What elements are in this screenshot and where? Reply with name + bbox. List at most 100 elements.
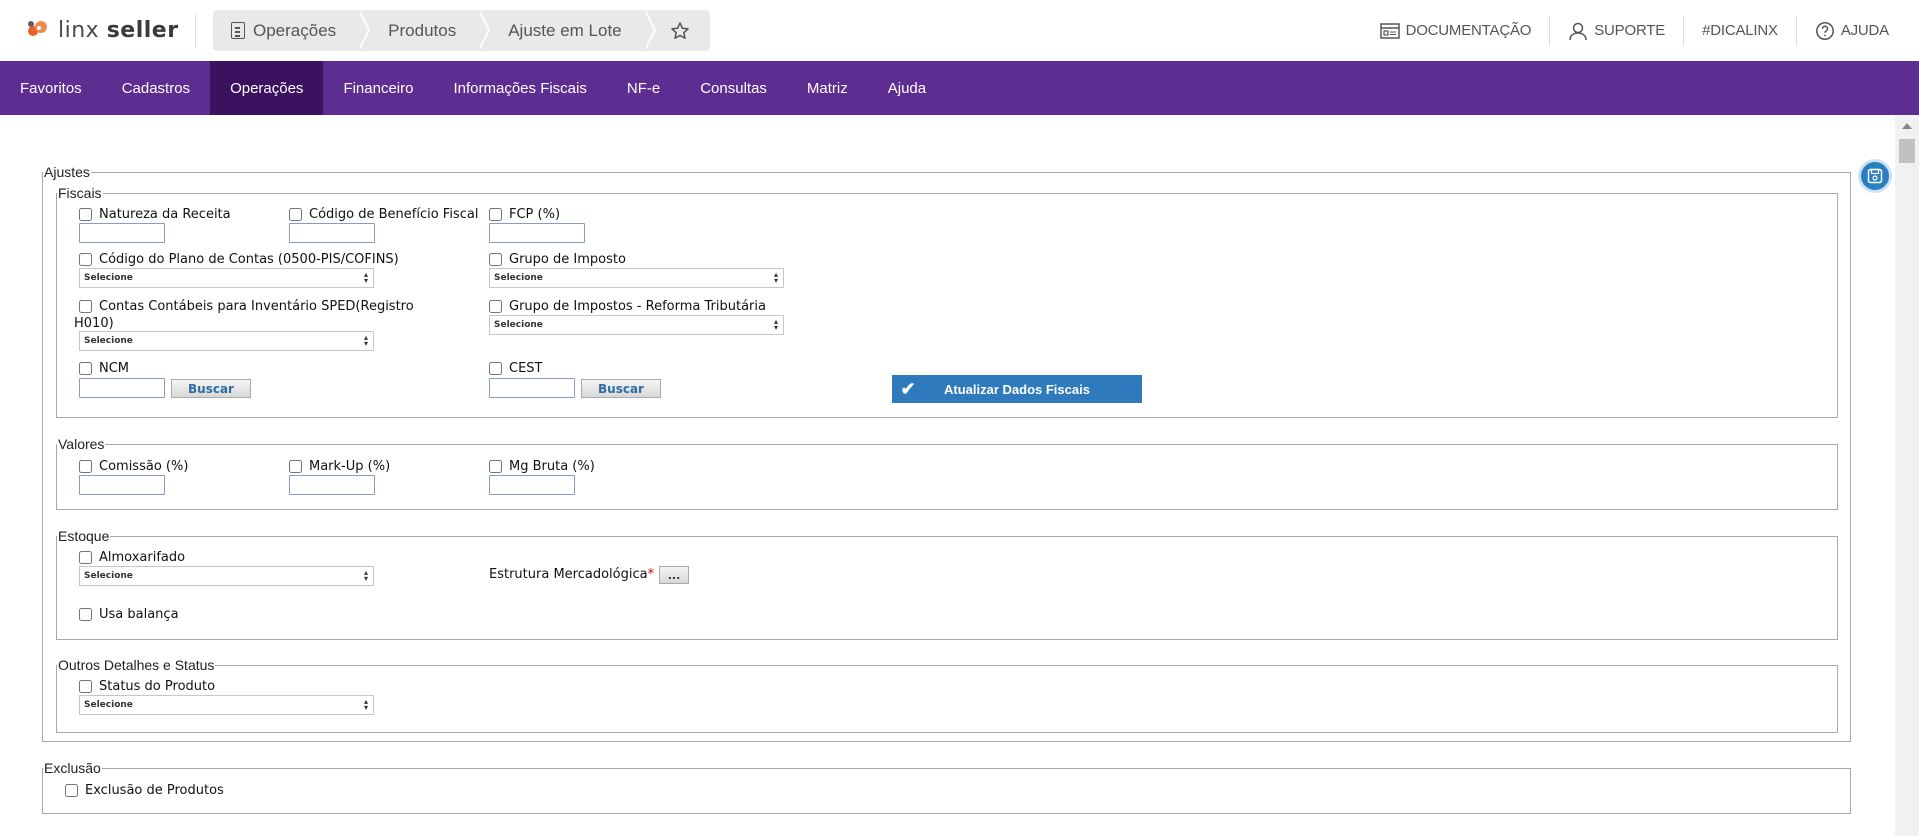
plano-contas-option: Código do Plano de Contas (0500-PIS/COFI…: [79, 252, 399, 267]
almoxarifado-select-value: Selecione: [84, 571, 133, 581]
status-produto-checkbox[interactable]: [79, 680, 92, 693]
plano-contas-label: Código do Plano de Contas (0500-PIS/COFI…: [99, 252, 399, 267]
book-icon: [1379, 22, 1400, 39]
natureza-receita-label: Natureza da Receita: [99, 207, 231, 222]
contas-contabeis-label: Contas Contábeis para Inventário SPED(Re…: [99, 299, 414, 314]
nav-item-matriz[interactable]: Matriz: [787, 61, 868, 115]
scroll-thumb[interactable]: [1899, 139, 1915, 163]
ncm-checkbox[interactable]: [79, 362, 92, 375]
cest-label: CEST: [509, 361, 543, 376]
breadcrumb-item-produtos[interactable]: Produtos: [358, 10, 491, 51]
breadcrumb-item-operacoes[interactable]: Operações: [213, 10, 371, 51]
grupo-reforma-select-value: Selecione: [494, 320, 543, 330]
documentacao-label: DOCUMENTAÇÃO: [1405, 22, 1532, 39]
nav-item-informacoes-fiscais[interactable]: Informações Fiscais: [433, 61, 606, 115]
nav-item-favoritos[interactable]: Favoritos: [0, 61, 102, 115]
usa-balanca-option: Usa balança: [79, 607, 179, 622]
fiscais-legend: Fiscais: [58, 185, 102, 201]
star-icon: [670, 21, 689, 39]
scroll-up-arrow-icon[interactable]: [1902, 123, 1912, 129]
dicalinx-link[interactable]: #DICALINX: [1684, 15, 1797, 46]
outros-legend: Outros Detalhes e Status: [58, 657, 215, 673]
top-header: linx seller Operações Produtos Ajuste em…: [0, 0, 1919, 61]
mg-bruta-checkbox[interactable]: [489, 460, 502, 473]
codigo-beneficio-checkbox[interactable]: [289, 208, 302, 221]
ajuda-label: AJUDA: [1840, 22, 1889, 39]
ncm-option: NCM: [79, 361, 129, 376]
nav-item-operacoes[interactable]: Operações: [210, 61, 324, 115]
nav-item-consultas[interactable]: Consultas: [680, 61, 787, 115]
documentacao-link[interactable]: DOCUMENTAÇÃO: [1362, 15, 1551, 46]
almoxarifado-select[interactable]: Selecione ▴ ▾: [79, 566, 374, 586]
nav-item-nfe[interactable]: NF-e: [607, 61, 680, 115]
atualizar-label: Atualizar Dados Fiscais: [944, 381, 1090, 397]
linx-logo-icon: [28, 21, 47, 36]
select-arrows-icon: ▴ ▾: [773, 270, 778, 285]
ajustes-legend: Ajustes: [44, 164, 90, 180]
linx-seller-logo[interactable]: linx seller: [22, 15, 179, 45]
header-divider: [195, 14, 196, 48]
exclusao-legend: Exclusão: [44, 760, 101, 776]
fcp-input[interactable]: [489, 223, 585, 243]
markup-checkbox[interactable]: [289, 460, 302, 473]
natureza-receita-checkbox[interactable]: [79, 208, 92, 221]
estrutura-browse-button[interactable]: ...: [659, 566, 689, 584]
breadcrumb-item-ajuste-em-lote[interactable]: Ajuste em Lote: [478, 10, 657, 51]
markup-option: Mark-Up (%): [289, 459, 390, 474]
status-produto-select[interactable]: Selecione ▴ ▾: [79, 695, 374, 715]
comissao-label: Comissão (%): [99, 459, 189, 474]
select-arrows-icon: ▴ ▾: [773, 317, 778, 332]
usa-balanca-label: Usa balança: [99, 607, 179, 622]
select-arrows-icon: ▴ ▾: [363, 333, 368, 348]
mg-bruta-label: Mg Bruta (%): [509, 459, 595, 474]
breadcrumb: Operações Produtos Ajuste em Lote: [213, 10, 710, 51]
almoxarifado-option: Almoxarifado: [79, 550, 185, 565]
page-scrollbar[interactable]: [1895, 115, 1919, 836]
nav-item-cadastros[interactable]: Cadastros: [102, 61, 210, 115]
mg-bruta-option: Mg Bruta (%): [489, 459, 595, 474]
natureza-receita-input[interactable]: [79, 223, 165, 243]
valores-legend: Valores: [58, 436, 105, 452]
grupo-imposto-label: Grupo de Imposto: [509, 252, 626, 267]
ncm-label: NCM: [99, 361, 130, 376]
codigo-beneficio-input[interactable]: [289, 223, 375, 243]
comissao-checkbox[interactable]: [79, 460, 92, 473]
exclusao-produtos-label: Exclusão de Produtos: [85, 783, 224, 798]
clipboard-icon: [231, 22, 245, 39]
cest-input[interactable]: [489, 378, 575, 398]
nav-item-ajuda[interactable]: Ajuda: [868, 61, 946, 115]
ajuda-link[interactable]: AJUDA: [1797, 16, 1919, 46]
ncm-input[interactable]: [79, 378, 165, 398]
almoxarifado-checkbox[interactable]: [79, 551, 92, 564]
exclusao-produtos-checkbox[interactable]: [65, 784, 78, 797]
almoxarifado-label: Almoxarifado: [99, 550, 186, 565]
codigo-beneficio-label: Código de Benefício Fiscal: [309, 207, 479, 222]
select-arrows-icon: ▴ ▾: [363, 697, 368, 712]
grupo-imposto-checkbox[interactable]: [489, 253, 502, 266]
grupo-imposto-select[interactable]: Selecione ▴ ▾: [489, 268, 784, 288]
plano-contas-checkbox[interactable]: [79, 253, 92, 266]
fcp-checkbox[interactable]: [489, 208, 502, 221]
mg-bruta-input[interactable]: [489, 475, 575, 495]
cest-checkbox[interactable]: [489, 362, 502, 375]
status-produto-option: Status do Produto: [79, 679, 215, 694]
cest-buscar-button[interactable]: Buscar: [581, 379, 661, 398]
usa-balanca-checkbox[interactable]: [79, 608, 92, 621]
contas-contabeis-label-cont: H010): [74, 316, 114, 331]
comissao-option: Comissão (%): [79, 459, 188, 474]
floating-save-button[interactable]: [1858, 159, 1892, 193]
contas-contabeis-select[interactable]: Selecione ▴ ▾: [79, 331, 374, 351]
plano-contas-select[interactable]: Selecione ▴ ▾: [79, 268, 374, 288]
nav-item-financeiro[interactable]: Financeiro: [323, 61, 433, 115]
grupo-reforma-checkbox[interactable]: [489, 300, 502, 313]
natureza-receita-option: Natureza da Receita: [79, 207, 231, 222]
exclusao-fieldset: Exclusão: [42, 760, 1851, 814]
atualizar-dados-fiscais-button[interactable]: ✔ Atualizar Dados Fiscais: [892, 375, 1142, 403]
markup-input[interactable]: [289, 475, 375, 495]
grupo-reforma-select[interactable]: Selecione ▴ ▾: [489, 315, 784, 335]
ncm-buscar-button[interactable]: Buscar: [171, 379, 251, 398]
estrutura-label-text: Estrutura Mercadológica: [489, 567, 648, 582]
suporte-link[interactable]: SUPORTE: [1550, 15, 1685, 46]
contas-contabeis-checkbox[interactable]: [79, 300, 92, 313]
comissao-input[interactable]: [79, 475, 165, 495]
